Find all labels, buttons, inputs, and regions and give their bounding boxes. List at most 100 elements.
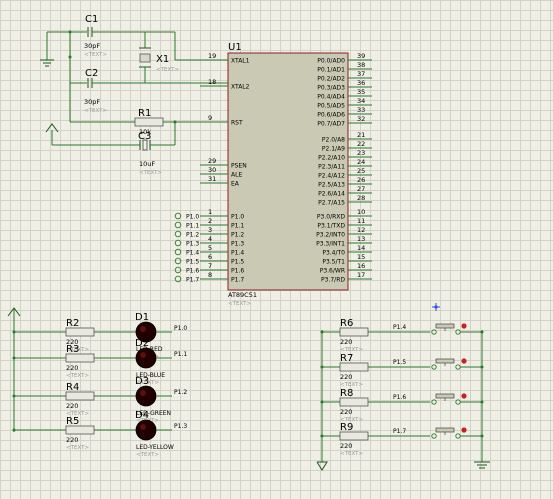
pin-name: P0.2/AD2 bbox=[317, 76, 345, 83]
led-circuit-d1[interactable]: R2220<TEXT>D1P1.0LED-RED<TEXT> bbox=[12, 312, 188, 360]
pin-name: P2.6/A14 bbox=[318, 191, 345, 198]
mcu-placeholder: <TEXT> bbox=[228, 301, 251, 307]
pin-number: 14 bbox=[357, 244, 365, 252]
pin-name: P0.7/AD7 bbox=[317, 121, 345, 128]
led-d4[interactable] bbox=[135, 419, 157, 441]
net-label-p1-5: P1.5 bbox=[174, 257, 199, 266]
resistor-r8[interactable] bbox=[339, 397, 369, 407]
pin-name: P2.4/A12 bbox=[318, 173, 345, 180]
net-label-p1-6: P1.6 bbox=[174, 266, 199, 275]
pin-name: P2.5/A13 bbox=[318, 182, 345, 189]
push-button[interactable] bbox=[431, 427, 467, 439]
pin-name: P2.2/A10 bbox=[318, 155, 345, 162]
pin-name: XTAL2 bbox=[231, 84, 250, 91]
pin-name: P0.0/AD0 bbox=[317, 58, 345, 65]
pin-name: P0.4/AD4 bbox=[317, 94, 345, 101]
led-placeholder: <TEXT> bbox=[136, 452, 159, 458]
resistor-value: 220 bbox=[340, 408, 352, 416]
pin-number: 15 bbox=[357, 253, 365, 261]
pin-name: P3.4/T0 bbox=[322, 250, 345, 257]
resistor-r5[interactable] bbox=[65, 425, 95, 435]
pin-name: P1.5 bbox=[231, 259, 244, 266]
resistor-r2[interactable] bbox=[65, 327, 95, 337]
led-circuit-d3[interactable]: R4220<TEXT>D3P1.2LED-GREEN<TEXT> bbox=[12, 376, 188, 424]
pin-name: P0.1/AD1 bbox=[317, 67, 345, 74]
pin-number: 27 bbox=[357, 185, 365, 193]
pin-number: 33 bbox=[357, 106, 365, 114]
button-circuit-p1-4[interactable]: R6220<TEXT>P1.4 bbox=[320, 318, 484, 353]
c3-placeholder: <TEXT> bbox=[139, 170, 162, 176]
c1-ref: C1 bbox=[85, 14, 98, 25]
pin-number: 9 bbox=[208, 114, 212, 122]
ground-symbol-buttons-left bbox=[316, 456, 328, 471]
pin-number: 11 bbox=[357, 217, 365, 225]
cursor-marker bbox=[432, 303, 440, 311]
pin-name: P3.0/RXD bbox=[317, 214, 345, 221]
pin-number: 21 bbox=[357, 131, 365, 139]
resistor-value: 220 bbox=[66, 364, 78, 372]
pin-number: 39 bbox=[357, 52, 365, 60]
capacitor-c3[interactable]: C3 10uF <TEXT> bbox=[138, 122, 176, 176]
c3-ref: C3 bbox=[138, 131, 151, 142]
pin-number: 22 bbox=[357, 140, 365, 148]
ground-symbol-oscillator bbox=[40, 32, 54, 67]
pin-name: EA bbox=[231, 181, 240, 188]
button-net-label: P1.4 bbox=[393, 324, 406, 331]
button-net-label: P1.7 bbox=[393, 428, 406, 435]
push-button[interactable] bbox=[431, 393, 467, 405]
pin-name: P2.3/A11 bbox=[318, 164, 345, 171]
resistor-r3[interactable] bbox=[65, 353, 95, 363]
resistor-r6[interactable] bbox=[339, 327, 369, 337]
button-circuit-p1-6[interactable]: R8220<TEXT>P1.6 bbox=[320, 388, 484, 423]
pin-number: 16 bbox=[357, 262, 365, 270]
resistor-r4[interactable] bbox=[65, 391, 95, 401]
pin-number: 37 bbox=[357, 70, 365, 78]
resistor-ref: R5 bbox=[66, 416, 79, 427]
led-ref: D3 bbox=[135, 376, 149, 387]
button-net-label: P1.5 bbox=[393, 359, 406, 366]
capacitor-c1[interactable]: C1 30pF <TEXT> bbox=[70, 14, 145, 58]
pin-number: 32 bbox=[357, 115, 365, 123]
pin-number: 13 bbox=[357, 235, 365, 243]
resistor-ref: R8 bbox=[340, 388, 353, 399]
pin-number: 7 bbox=[208, 262, 212, 270]
led-circuit-d4[interactable]: R5220<TEXT>D4P1.3LED-YELLOW<TEXT> bbox=[12, 410, 188, 458]
x1-placeholder: <TEXT> bbox=[156, 67, 179, 73]
push-button[interactable] bbox=[431, 323, 467, 335]
net-label-text: P1.1 bbox=[186, 223, 199, 230]
push-button[interactable] bbox=[431, 358, 467, 370]
x1-ref: X1 bbox=[156, 54, 169, 65]
c2-placeholder: <TEXT> bbox=[84, 108, 107, 114]
pin-number: 18 bbox=[208, 78, 216, 86]
pin-number: 24 bbox=[357, 158, 365, 166]
net-label-p1-2: P1.2 bbox=[174, 230, 199, 239]
button-circuit-p1-5[interactable]: R7220<TEXT>P1.5 bbox=[320, 353, 484, 388]
button-circuit-p1-7[interactable]: R9 220<TEXT> P1.7 bbox=[320, 422, 484, 457]
pin-name: P1.1 bbox=[231, 223, 244, 230]
resistor-r9[interactable] bbox=[339, 431, 369, 441]
net-label-p1-4: P1.4 bbox=[174, 248, 199, 257]
net-label-text: P1.5 bbox=[186, 259, 199, 266]
pin-name: XTAL1 bbox=[231, 58, 250, 65]
pin-number: 3 bbox=[208, 226, 212, 234]
led-d3[interactable] bbox=[135, 385, 157, 407]
resistor-value: 220 bbox=[66, 402, 78, 410]
pin-number: 29 bbox=[208, 157, 216, 165]
c1-value: 30pF bbox=[84, 42, 100, 50]
mcu-part: AT89C51 bbox=[228, 291, 257, 299]
resistor-ref: R4 bbox=[66, 382, 79, 393]
net-label-p1-3: P1.3 bbox=[174, 239, 199, 248]
resistor-r7[interactable] bbox=[339, 362, 369, 372]
resistor-value: 220 bbox=[340, 338, 352, 346]
pin-number: 8 bbox=[208, 271, 212, 279]
pin-number: 2 bbox=[208, 217, 212, 225]
pin-name: P1.2 bbox=[231, 232, 244, 239]
resistor-ref: R7 bbox=[340, 353, 353, 364]
pin-number: 34 bbox=[357, 97, 365, 105]
pin-name: P1.0 bbox=[231, 214, 244, 221]
pin-number: 5 bbox=[208, 244, 212, 252]
pin-number: 19 bbox=[208, 52, 216, 60]
led-d2[interactable] bbox=[135, 347, 157, 369]
resistor-ref: R6 bbox=[340, 318, 353, 329]
mcu-at89c51[interactable]: U1 AT89C51 <TEXT> 19XTAL118XTAL29RST29PS… bbox=[200, 42, 372, 307]
